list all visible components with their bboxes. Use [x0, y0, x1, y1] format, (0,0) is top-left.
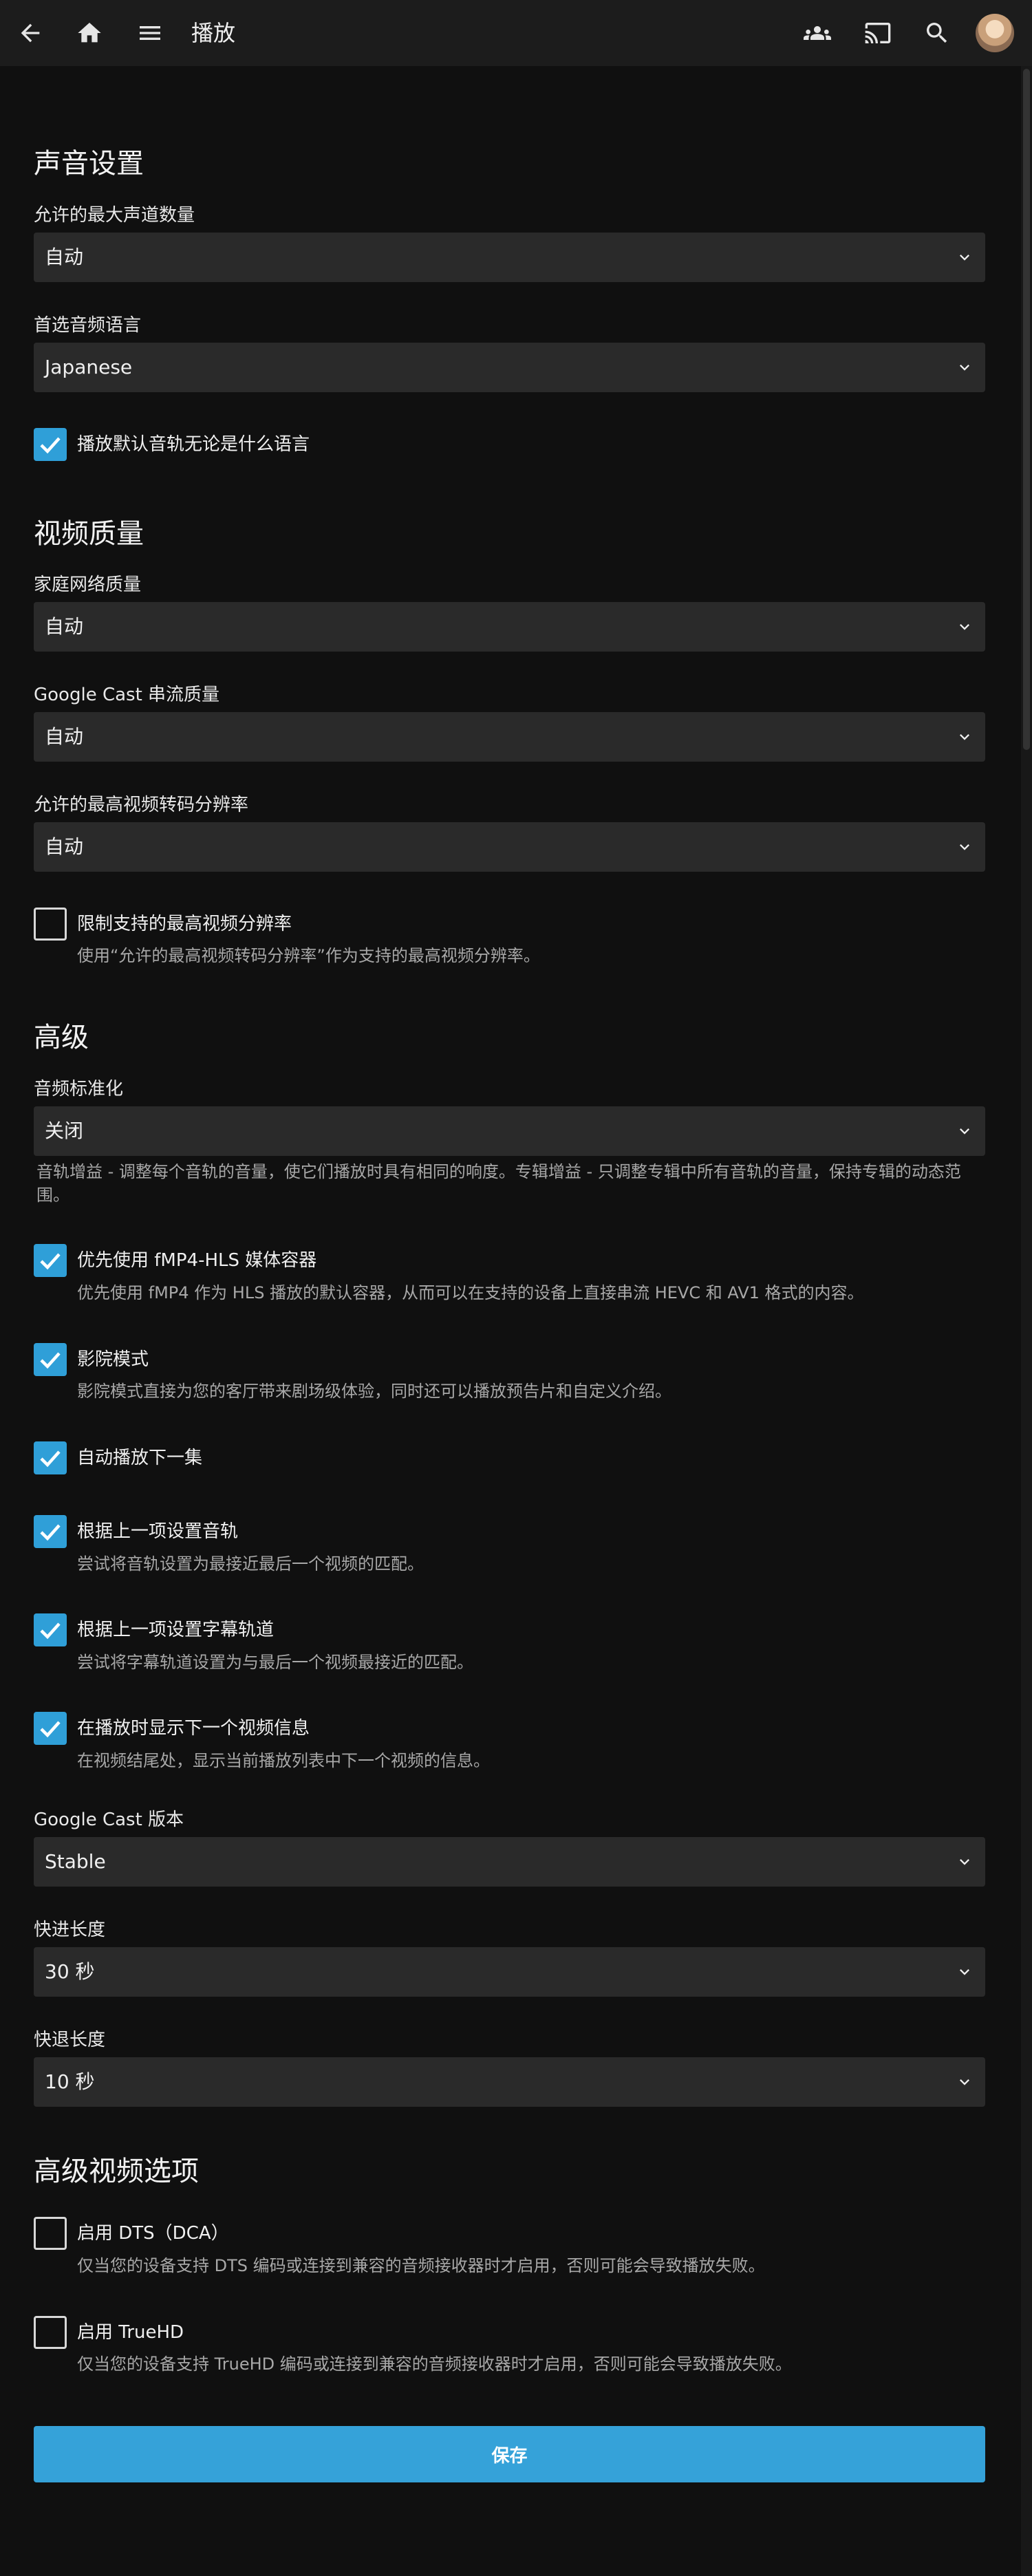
next-video-info-checkbox[interactable]	[34, 1712, 67, 1745]
home-button[interactable]	[69, 12, 110, 54]
home-quality-select[interactable]: 自动	[34, 602, 985, 652]
normalization-select[interactable]: 关闭	[34, 1106, 985, 1156]
search-button[interactable]	[916, 12, 958, 54]
back-button[interactable]	[10, 12, 51, 54]
home-icon	[78, 23, 101, 43]
cinema-mode-checkbox[interactable]	[34, 1343, 67, 1376]
chevron-down-icon	[955, 837, 974, 857]
play-default-track-checkbox[interactable]	[34, 428, 67, 461]
home-quality-label: 家庭网络质量	[34, 575, 142, 595]
subtitle-from-previous-label[interactable]: 根据上一项设置字幕轨道	[77, 1618, 274, 1642]
fmp4-help: 优先使用 fMP4 作为 HLS 播放的默认容器，从而可以在支持的设备上直接串流…	[77, 1283, 864, 1302]
section-title-advanced: 高级	[34, 1022, 89, 1053]
subtitle-from-previous-checkbox[interactable]	[34, 1613, 67, 1646]
section-title-audio: 声音设置	[34, 148, 144, 180]
fmp4-checkbox[interactable]	[34, 1244, 67, 1277]
audio-from-previous-help: 尝试将音轨设置为最接近最后一个视频的匹配。	[77, 1554, 424, 1574]
sync-play-button[interactable]	[797, 12, 838, 54]
section-title-advanced-video: 高级视频选项	[34, 2156, 199, 2187]
page-title: 播放	[191, 20, 236, 46]
skip-back-label: 快退长度	[34, 2030, 106, 2050]
subtitle-from-previous-help: 尝试将字幕轨道设置为与最后一个视频最接近的匹配。	[77, 1653, 473, 1672]
cast-quality-value: 自动	[45, 725, 84, 748]
chevron-down-icon	[955, 727, 974, 747]
menu-button[interactable]	[129, 12, 171, 54]
truehd-label[interactable]: 启用 TrueHD	[77, 2320, 184, 2345]
max-transcode-select[interactable]: 自动	[34, 822, 985, 872]
chevron-down-icon	[955, 1852, 974, 1871]
save-button[interactable]: 保存	[34, 2426, 985, 2482]
skip-back-select[interactable]: 10 秒	[34, 2057, 985, 2107]
top-app-bar: 播放	[0, 0, 1032, 66]
max-channels-select[interactable]: 自动	[34, 233, 985, 282]
dts-help: 仅当您的设备支持 DTS 编码或连接到兼容的音频接收器时才启用，否则可能会导致播…	[77, 2256, 765, 2275]
cinema-mode-help: 影院模式直接为您的客厅带来剧场级体验，同时还可以播放预告片和自定义介绍。	[77, 1382, 671, 1401]
skip-forward-label: 快进长度	[34, 1920, 106, 1940]
normalization-help: 音轨增益 - 调整每个音轨的音量，使它们播放时具有相同的响度。专辑增益 - 只调…	[36, 1162, 961, 1205]
chevron-down-icon	[955, 1121, 974, 1141]
dts-label[interactable]: 启用 DTS（DCA）	[77, 2221, 229, 2246]
max-transcode-label: 允许的最高视频转码分辨率	[34, 795, 249, 815]
cast-version-select[interactable]: Stable	[34, 1837, 985, 1887]
cast-version-label: Google Cast 版本	[34, 1810, 184, 1830]
fmp4-label[interactable]: 优先使用 fMP4-HLS 媒体容器	[77, 1248, 316, 1273]
normalization-label: 音频标准化	[34, 1079, 124, 1099]
max-channels-label: 允许的最大声道数量	[34, 205, 195, 226]
max-transcode-value: 自动	[45, 835, 84, 858]
play-default-track-label[interactable]: 播放默认音轨无论是什么语言	[77, 432, 310, 457]
skip-back-value: 10 秒	[45, 2070, 95, 2093]
chevron-down-icon	[955, 617, 974, 636]
cast-quality-select[interactable]: 自动	[34, 712, 985, 762]
chevron-down-icon	[955, 1962, 974, 1982]
cast-button[interactable]	[857, 12, 899, 54]
search-icon	[927, 23, 947, 43]
audio-from-previous-checkbox[interactable]	[34, 1515, 67, 1548]
checkmark-icon	[40, 1352, 61, 1369]
preferred-language-value: Japanese	[45, 356, 133, 378]
skip-forward-value: 30 秒	[45, 1960, 95, 1983]
checkmark-icon	[40, 1253, 61, 1270]
checkmark-icon	[40, 437, 61, 454]
truehd-help: 仅当您的设备支持 TrueHD 编码或连接到兼容的音频接收器时才启用，否则可能会…	[77, 2354, 792, 2374]
cast-version-value: Stable	[45, 1850, 106, 1873]
scrollbar-thumb[interactable]	[1023, 69, 1030, 750]
chevron-down-icon	[955, 248, 974, 267]
checkmark-icon	[40, 1450, 61, 1468]
limit-resolution-help: 使用“允许的最高视频转码分辨率”作为支持的最高视频分辨率。	[77, 946, 540, 965]
normalization-value: 关闭	[45, 1119, 84, 1142]
autoplay-next-label[interactable]: 自动播放下一集	[77, 1446, 202, 1470]
home-quality-value: 自动	[45, 615, 84, 638]
cast-icon	[865, 23, 891, 43]
audio-from-previous-label[interactable]: 根据上一项设置音轨	[77, 1519, 238, 1544]
back-arrow-icon	[21, 23, 40, 43]
chevron-down-icon	[955, 2072, 974, 2092]
limit-resolution-checkbox[interactable]	[34, 908, 67, 941]
preferred-language-select[interactable]: Japanese	[34, 343, 985, 392]
autoplay-next-checkbox[interactable]	[34, 1441, 67, 1474]
max-channels-value: 自动	[45, 246, 84, 268]
next-video-info-label[interactable]: 在播放时显示下一个视频信息	[77, 1716, 310, 1741]
skip-forward-select[interactable]: 30 秒	[34, 1947, 985, 1997]
truehd-checkbox[interactable]	[34, 2316, 67, 2349]
cinema-mode-label[interactable]: 影院模式	[77, 1347, 149, 1372]
user-avatar[interactable]	[976, 14, 1014, 52]
checkmark-icon	[40, 1721, 61, 1738]
preferred-language-label: 首选音频语言	[34, 315, 142, 336]
menu-icon	[140, 26, 160, 40]
dts-checkbox[interactable]	[34, 2217, 67, 2250]
users-icon	[804, 26, 831, 40]
cast-quality-label: Google Cast 串流质量	[34, 685, 220, 705]
next-video-info-help: 在视频结尾处，显示当前播放列表中下一个视频的信息。	[77, 1751, 490, 1770]
checkmark-icon	[40, 1524, 61, 1541]
checkmark-icon	[40, 1622, 61, 1640]
section-title-video: 视频质量	[34, 518, 144, 550]
limit-resolution-label[interactable]: 限制支持的最高视频分辨率	[77, 912, 292, 936]
chevron-down-icon	[955, 358, 974, 377]
